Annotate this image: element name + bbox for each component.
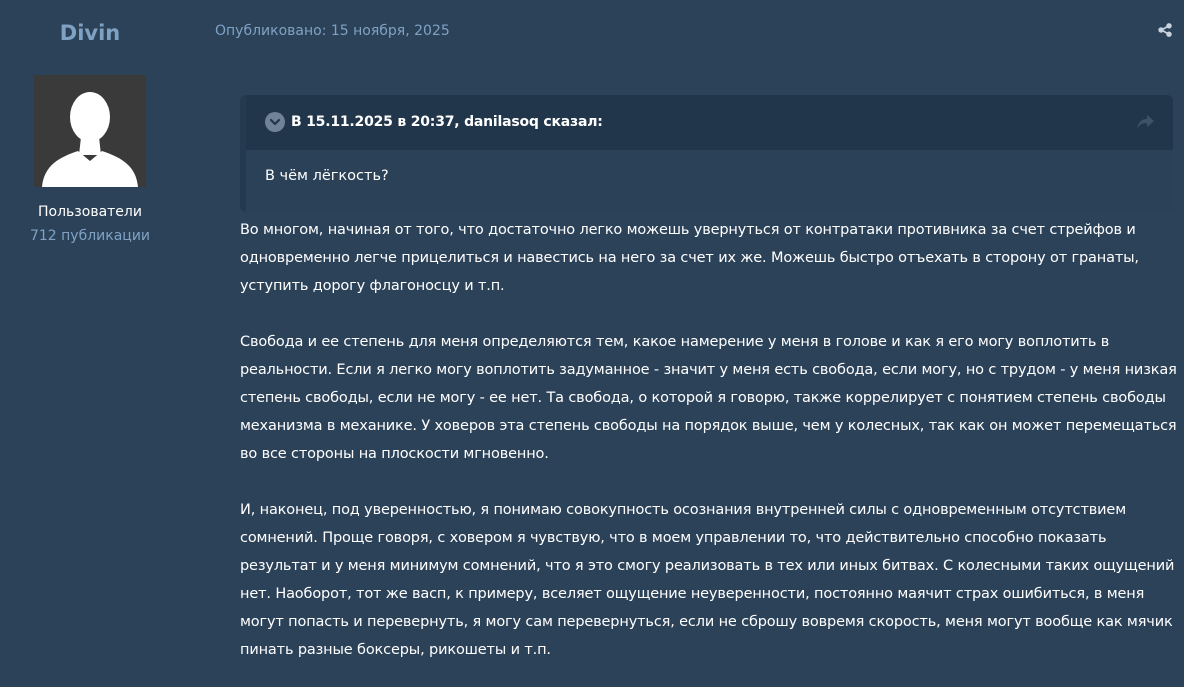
- quote-header: В 15.11.2025 в 20:37, danilasoq сказал:: [246, 95, 1173, 150]
- share-icon[interactable]: [1157, 22, 1173, 38]
- author-name-link[interactable]: Divin: [0, 20, 180, 46]
- quote-block: В 15.11.2025 в 20:37, danilasoq сказал: …: [240, 95, 1173, 212]
- post-date: Опубликовано: 15 ноября, 2025: [215, 23, 450, 39]
- reply-arrow-icon[interactable]: [1136, 113, 1156, 131]
- avatar[interactable]: [34, 75, 146, 187]
- user-silhouette-icon: [34, 75, 146, 187]
- forum-post: Divin Пользователи 712 публикации Опубли…: [0, 0, 1184, 687]
- chevron-down-icon[interactable]: [265, 112, 285, 132]
- author-group: Пользователи: [38, 204, 142, 220]
- post-paragraph: Свобода и ее степень для меня определяют…: [240, 334, 1177, 462]
- author-post-count: 712 публикации: [29, 228, 151, 244]
- quote-body: В чём лёгкость?: [246, 150, 1173, 212]
- quote-text: В чём лёгкость?: [265, 168, 389, 184]
- quote-citation: В 15.11.2025 в 20:37, danilasoq сказал:: [291, 114, 603, 130]
- post-content: Во многом, начиная от того, что достаточ…: [240, 216, 1180, 687]
- post-paragraph: Во многом, начиная от того, что достаточ…: [240, 222, 1139, 294]
- post-paragraph: И, наконец, под уверенностью, я понимаю …: [240, 502, 1175, 658]
